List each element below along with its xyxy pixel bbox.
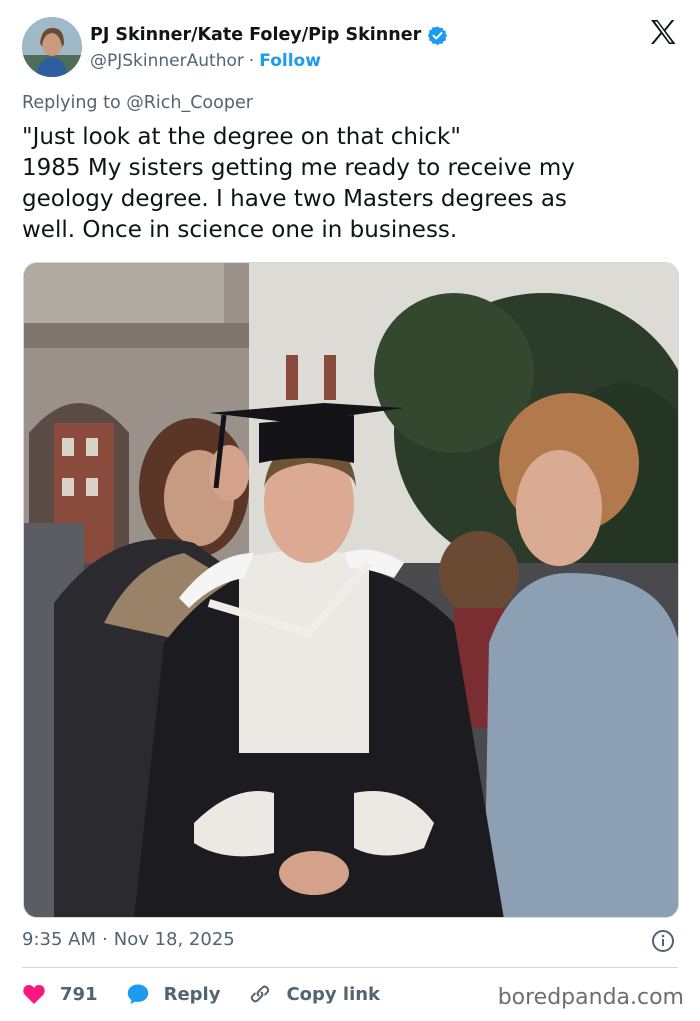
- tweet-text-line: geology degree. I have two Masters degre…: [22, 186, 567, 212]
- reply-label: Reply: [163, 983, 221, 1005]
- follow-button[interactable]: Follow: [259, 51, 321, 71]
- tweet-timestamp[interactable]: 9:35 AM · Nov 18, 2025: [22, 929, 235, 950]
- author-handle[interactable]: @PJSkinnerAuthor: [90, 51, 244, 71]
- avatar[interactable]: [22, 17, 82, 77]
- verified-badge-icon: [427, 25, 448, 45]
- copy-link-label: Copy link: [286, 983, 381, 1005]
- tweet-actions: 791 Reply Copy link: [22, 978, 408, 1010]
- tweet-text-line: "Just look at the degree on that chick": [22, 124, 461, 150]
- display-name[interactable]: PJ Skinner/Kate Foley/Pip Skinner: [90, 25, 421, 45]
- tweet-photo[interactable]: [23, 262, 679, 918]
- like-count: 791: [60, 983, 98, 1005]
- tweet-text: "Just look at the degree on that chick" …: [22, 122, 678, 246]
- reply-button[interactable]: Reply: [126, 982, 221, 1006]
- copy-link-button[interactable]: Copy link: [248, 982, 380, 1006]
- heart-icon: [23, 985, 45, 1004]
- tweet-time: 9:35 AM: [22, 929, 96, 950]
- like-button[interactable]: 791: [22, 983, 98, 1005]
- tweet-card: PJ Skinner/Kate Foley/Pip Skinner @PJSki…: [0, 0, 700, 1021]
- tweet-text-line: well. Once in science one in business.: [22, 217, 458, 243]
- link-icon: [251, 985, 270, 1003]
- tweet-header: PJ Skinner/Kate Foley/Pip Skinner @PJSki…: [22, 17, 682, 77]
- replying-to[interactable]: Replying to @Rich_Cooper: [22, 93, 253, 113]
- divider: [22, 967, 678, 968]
- tweet-date: Nov 18, 2025: [113, 929, 235, 950]
- reply-bubble-icon: [127, 984, 148, 1004]
- tweet-text-line: 1985 My sisters getting me ready to rece…: [22, 155, 575, 181]
- x-logo-icon[interactable]: [648, 17, 678, 47]
- info-icon[interactable]: [651, 929, 675, 953]
- handle-separator: ·: [248, 51, 255, 71]
- watermark: boredpanda.com: [497, 985, 684, 1010]
- author-info: PJ Skinner/Kate Foley/Pip Skinner @PJSki…: [90, 23, 448, 73]
- timestamp-separator: ·: [102, 929, 108, 950]
